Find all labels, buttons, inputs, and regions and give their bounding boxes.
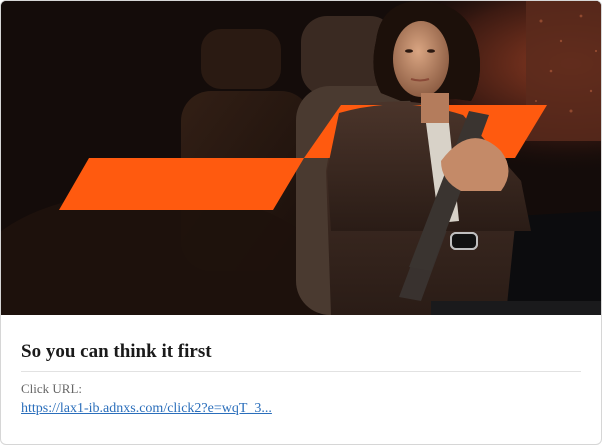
click-url-link[interactable]: https://lax1-ib.adnxs.com/click2?e=wqT_3… xyxy=(21,400,272,417)
ad-hero-image[interactable] xyxy=(1,1,601,315)
ad-details: So you can think it first Click URL: htt… xyxy=(21,315,581,417)
ad-preview-card: So you can think it first Click URL: htt… xyxy=(0,0,602,445)
hero-illustration xyxy=(1,1,601,315)
ad-title[interactable]: So you can think it first xyxy=(21,341,581,372)
click-url-label: Click URL: xyxy=(21,381,83,396)
